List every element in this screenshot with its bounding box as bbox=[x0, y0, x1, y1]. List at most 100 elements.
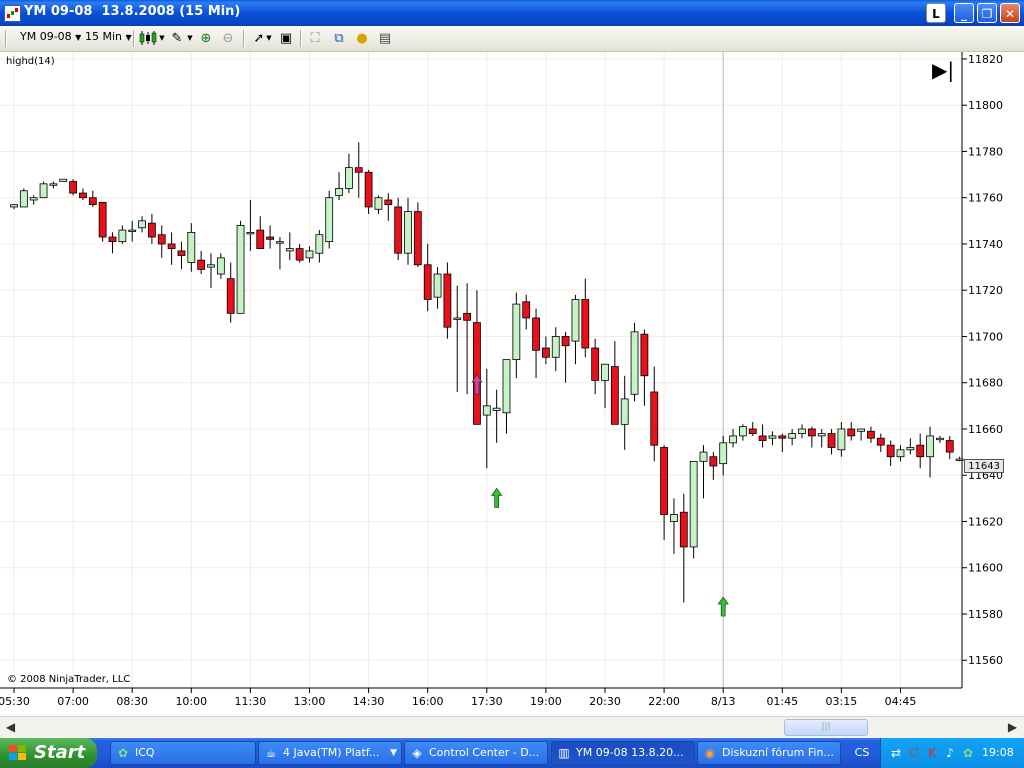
toolbar-separator bbox=[133, 30, 135, 47]
task-chart-window[interactable]: ▥ YM 09-08 13.8.20... bbox=[551, 741, 695, 765]
candle-body bbox=[916, 444, 925, 458]
language-indicator[interactable]: CS bbox=[845, 738, 879, 768]
candle-body bbox=[463, 312, 472, 321]
candle-body bbox=[522, 301, 531, 319]
current-price-marker: 11643 bbox=[964, 459, 1004, 473]
candle-body bbox=[817, 433, 826, 437]
shield-icon[interactable]: ⛉ bbox=[907, 746, 921, 760]
data-box-icon[interactable]: ▤ bbox=[376, 30, 394, 47]
x-tick-label: 05:30 bbox=[0, 695, 30, 708]
candle-body bbox=[473, 322, 481, 425]
properties-icon[interactable]: ▣ bbox=[277, 30, 295, 47]
toolbar-grip bbox=[5, 30, 7, 47]
y-tick-label: 11600 bbox=[968, 562, 1003, 575]
candle-body bbox=[492, 407, 501, 411]
candle-body bbox=[837, 428, 846, 451]
zoom-in-icon[interactable]: ⊕ bbox=[197, 30, 215, 47]
candle-body bbox=[926, 435, 934, 458]
start-button[interactable]: Start bbox=[0, 738, 97, 768]
candle-body bbox=[542, 347, 550, 358]
candle-body bbox=[128, 229, 137, 232]
interval-selector[interactable]: 15 Min ▼ bbox=[85, 30, 132, 47]
start-label: Start bbox=[34, 742, 86, 763]
zoom-out-icon[interactable]: ⊖ bbox=[219, 30, 237, 47]
candle-body bbox=[167, 243, 176, 249]
candle-body bbox=[79, 192, 87, 199]
copyright-text: © 2008 NinjaTrader, LLC bbox=[7, 674, 131, 685]
candle-body bbox=[384, 199, 393, 206]
candle-body bbox=[670, 514, 678, 522]
candle-body bbox=[758, 435, 767, 441]
scroll-to-end-icon[interactable]: ▶| bbox=[932, 59, 956, 81]
candle-body bbox=[354, 167, 363, 173]
instrument-selector[interactable]: YM 09-08 ▼ bbox=[20, 30, 81, 47]
candle-body bbox=[344, 167, 353, 189]
candle-body bbox=[59, 178, 68, 182]
candle-body bbox=[571, 299, 580, 342]
antivirus-icon[interactable]: K bbox=[925, 746, 939, 760]
network-icon[interactable]: ⇄ bbox=[889, 746, 903, 760]
candle-body bbox=[374, 197, 383, 210]
candle-body bbox=[19, 190, 28, 208]
candle-body bbox=[10, 204, 18, 208]
horizontal-scrollbar[interactable]: ◀ ||| ▶ bbox=[0, 716, 1024, 739]
scroll-right-icon[interactable]: ▶ bbox=[1004, 719, 1021, 736]
candlestick-chart[interactable]: 11820 11800 11780 11760 11740 11720 11700 11680… bbox=[0, 52, 1024, 716]
candle-body bbox=[561, 336, 570, 347]
toolbar-separator bbox=[300, 30, 302, 47]
x-tick-label: 11:30 bbox=[235, 695, 267, 708]
task-label: 4 Java(TM) Platf... bbox=[283, 746, 380, 759]
indicators-icon[interactable]: ⧉ bbox=[330, 30, 348, 47]
candle-body bbox=[620, 398, 629, 425]
candle-body bbox=[502, 359, 511, 414]
candle-body bbox=[601, 363, 609, 381]
restore-button[interactable]: ❐ bbox=[977, 3, 997, 23]
bar-type-icon[interactable] bbox=[139, 30, 157, 47]
candle-body bbox=[788, 433, 797, 439]
candle-body bbox=[305, 250, 314, 259]
y-tick-label: 11740 bbox=[968, 238, 1003, 251]
candle-body bbox=[532, 317, 540, 351]
strategies-icon[interactable]: ● bbox=[353, 30, 371, 47]
task-firefox[interactable]: ◉ Diskuzní fórum Fin... bbox=[697, 741, 841, 765]
chart-panel[interactable]: 11820 11800 11780 11760 11740 11720 11700 11680… bbox=[0, 52, 1024, 716]
minimize-button[interactable]: _ bbox=[954, 3, 974, 23]
scroll-left-icon[interactable]: ◀ bbox=[2, 719, 19, 736]
scrollbar-thumb[interactable]: ||| bbox=[784, 719, 868, 736]
candle-body bbox=[187, 231, 196, 263]
volume-icon[interactable]: ♪ bbox=[943, 746, 957, 760]
x-tick-label: 14:30 bbox=[353, 695, 385, 708]
candle-body bbox=[768, 435, 777, 439]
y-tick-label: 11760 bbox=[968, 192, 1003, 205]
candle-body bbox=[886, 444, 895, 458]
pencil-icon[interactable]: ✎ bbox=[168, 30, 186, 47]
drawing-icon[interactable]: ⛶ bbox=[306, 30, 324, 47]
task-java[interactable]: ☕ 4 Java(TM) Platf... ▼ bbox=[258, 741, 402, 765]
candle-body bbox=[325, 197, 334, 243]
candle-body bbox=[699, 451, 708, 462]
candle-body bbox=[49, 183, 58, 186]
candle-body bbox=[551, 336, 560, 358]
task-icq[interactable]: ✿ ICQ bbox=[110, 741, 256, 765]
close-button[interactable]: ✕ bbox=[1000, 3, 1020, 23]
candle-body bbox=[827, 433, 836, 448]
chevron-down-icon[interactable]: ▼ bbox=[158, 30, 166, 47]
candle-body bbox=[512, 303, 521, 360]
java-icon: ☕ bbox=[265, 746, 277, 760]
y-tick-label: 11820 bbox=[968, 53, 1003, 66]
chevron-down-icon[interactable]: ▼ bbox=[186, 30, 194, 47]
chevron-down-icon[interactable]: ▼ bbox=[265, 30, 273, 47]
candle-body bbox=[610, 366, 619, 425]
candle-body bbox=[955, 458, 964, 461]
icq-tray-icon[interactable]: ✿ bbox=[961, 746, 975, 760]
signal-arrow-up bbox=[490, 487, 503, 508]
task-control-center[interactable]: ◈ Control Center - D... bbox=[404, 741, 548, 765]
candle-body bbox=[236, 225, 245, 314]
title-bar[interactable]: YM 09-08 13.8.2008 (15 Min) L _ ❐ ✕ bbox=[0, 0, 1024, 26]
firefox-icon: ◉ bbox=[704, 746, 716, 760]
link-button[interactable]: L bbox=[926, 3, 946, 23]
x-tick-label: 13:00 bbox=[294, 695, 326, 708]
candle-body bbox=[798, 428, 806, 435]
candle-body bbox=[807, 428, 816, 437]
chevron-down-icon: ▼ bbox=[75, 33, 82, 42]
